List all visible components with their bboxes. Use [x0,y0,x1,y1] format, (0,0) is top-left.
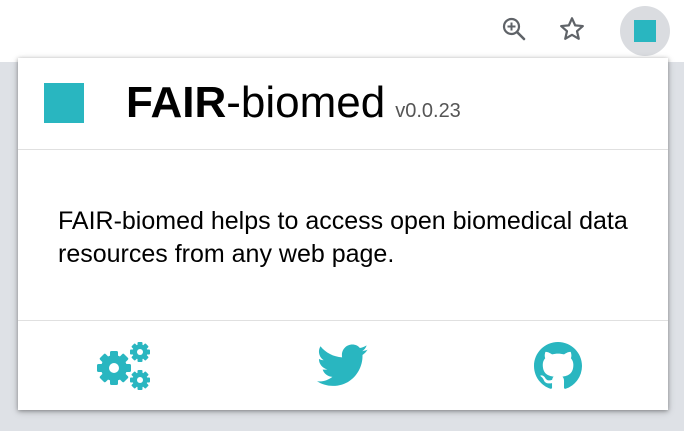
fair-biomed-extension-icon [634,20,656,42]
zoom-in-icon[interactable] [499,14,529,44]
extension-popup: FAIR-biomed v0.0.23 FAIR-biomed helps to … [18,58,668,410]
version-label: v0.0.23 [395,100,461,122]
app-title: FAIR-biomed v0.0.23 [126,78,461,136]
twitter-icon [317,344,369,386]
github-button[interactable] [526,341,590,391]
logo-square-icon [44,83,84,123]
star-icon[interactable] [557,14,587,44]
title-bold: FAIR [126,78,227,127]
fair-biomed-extension-button[interactable] [620,6,670,56]
popup-footer [18,320,668,411]
settings-button[interactable] [94,341,158,391]
settings-icon [97,342,150,390]
description-text: FAIR-biomed helps to access open biomedi… [58,207,628,268]
github-icon [534,342,582,389]
popup-header: FAIR-biomed v0.0.23 [18,58,668,150]
browser-toolbar [0,0,684,62]
twitter-button[interactable] [311,341,375,391]
title-rest: -biomed [226,78,386,127]
